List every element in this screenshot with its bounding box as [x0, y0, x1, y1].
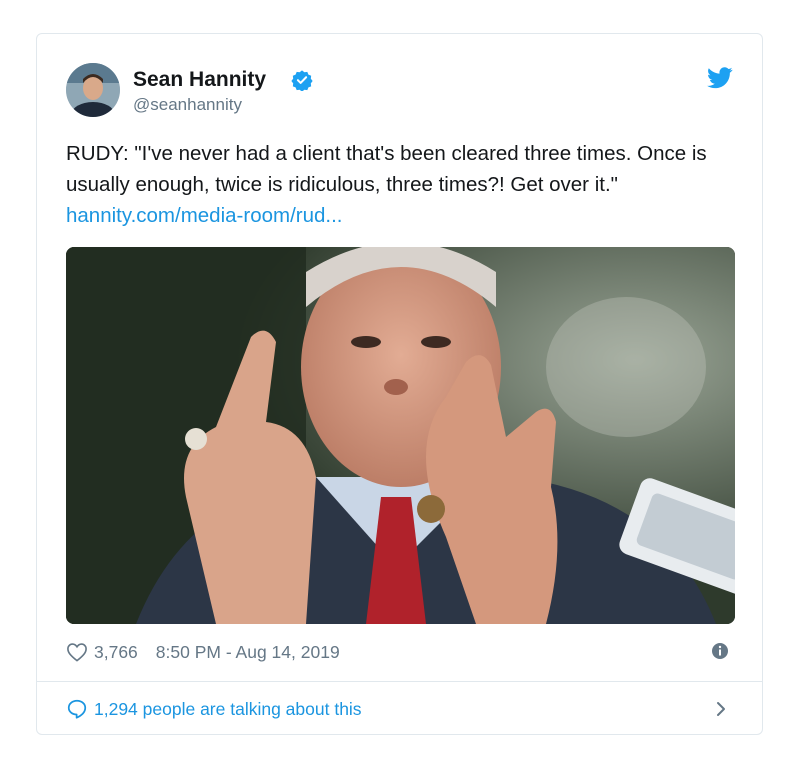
- heart-icon[interactable]: [66, 642, 88, 662]
- author-name[interactable]: Sean Hannity: [133, 68, 266, 92]
- author-avatar[interactable]: [66, 63, 120, 117]
- info-icon[interactable]: [711, 642, 729, 660]
- like-count[interactable]: 3,766: [94, 642, 138, 663]
- conversation-link[interactable]: 1,294 people are talking about this: [66, 696, 362, 722]
- tweet-link[interactable]: hannity.com/media-room/rud...: [66, 204, 342, 227]
- speech-bubble-icon: [67, 699, 87, 719]
- conversation-count[interactable]: 1,294 people are talking about this: [94, 699, 362, 720]
- tweet-timestamp[interactable]: 8:50 PM - Aug 14, 2019: [156, 642, 340, 663]
- tweet-meta: 3,766 8:50 PM - Aug 14, 2019: [66, 638, 340, 666]
- tweet-photo[interactable]: [66, 247, 735, 624]
- divider: [37, 681, 762, 682]
- author-handle[interactable]: @seanhannity: [133, 95, 242, 115]
- twitter-bird-icon[interactable]: [707, 67, 733, 89]
- tweet-card[interactable]: Sean Hannity @seanhannity RUDY: "I've ne…: [36, 33, 763, 735]
- chevron-right-icon[interactable]: [713, 698, 729, 720]
- tweet-body: RUDY: "I've never had a client that's be…: [66, 142, 707, 196]
- verified-badge-icon: [291, 70, 313, 91]
- tweet-text: RUDY: "I've never had a client that's be…: [66, 138, 731, 231]
